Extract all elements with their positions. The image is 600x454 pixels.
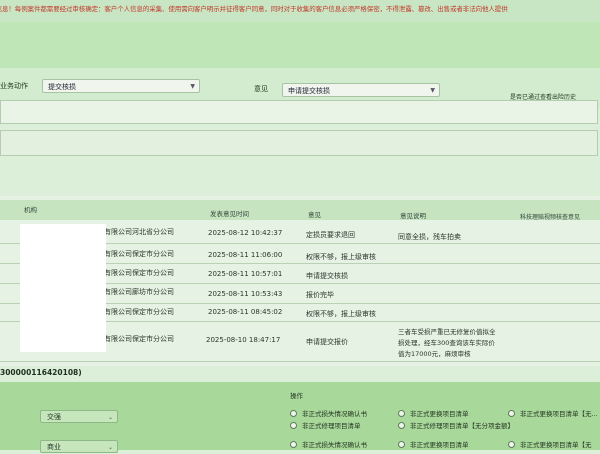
row-opinion: 权限不够，报上级审核 [306, 253, 376, 261]
coverage-select-1[interactable]: 交强 ⌄ [40, 410, 118, 423]
row-org: 有限公司保定市分公司 [104, 269, 174, 277]
action-select[interactable]: 提交核损 ▼ [42, 79, 200, 93]
remark-textarea[interactable] [0, 100, 598, 124]
col-explain: 意见说明 [400, 212, 426, 220]
row-time: 2025-08-10 18:47:17 [206, 336, 281, 344]
row-explain-line: 损处理，经车300查询该车实际价 [398, 339, 495, 347]
action-label: 业务动作 [0, 82, 28, 90]
row-time: 2025-08-11 10:53:43 [208, 290, 283, 298]
row-org: 有限公司保定市分公司 [104, 250, 174, 258]
redacted-org-block [20, 224, 106, 352]
row-explain: 同意全损，残车拍卖 [398, 233, 461, 241]
notice-bar: 认真核对信息！每例案件都需要经过审核确定：客户个人信息的采集、使用需向客户明示并… [0, 0, 600, 22]
ops-label: 操作 [290, 392, 303, 400]
row-explain-line: 三者车受损严重已无修复价值拟全 [398, 328, 496, 336]
policy-number: 300000116420108) [0, 368, 82, 377]
opinion-label: 意见 [254, 85, 268, 93]
radio-replace-list[interactable] [398, 410, 405, 417]
document-ops-panel: 操作 交强 ⌄ 非正式损失情况确认书 非正式修理项目清单 非正式更换项目清单 非… [0, 382, 600, 453]
row-org: 有限公司保定市分公司 [104, 308, 174, 316]
opt-replace-nosplit: 非正式更换项目清单【无... [520, 410, 598, 418]
opt-repair-nosplit: 非正式修理项目清单【无分项金额】 [410, 422, 514, 430]
radio-loss-confirm[interactable] [290, 410, 297, 417]
row-opinion: 申请提交报价 [306, 338, 348, 346]
row-time: 2025-08-11 08:45:02 [208, 308, 283, 316]
opinion-select[interactable]: 申请提交核损 ▼ [282, 83, 440, 97]
row-time: 2025-08-11 10:57:01 [208, 270, 283, 278]
radio-loss-confirm[interactable] [290, 441, 297, 448]
row-opinion: 权限不够，报上级审核 [306, 310, 376, 318]
coverage-select-2[interactable]: 商业 ⌄ [40, 440, 118, 453]
row-org: 有限公司保定市分公司 [104, 335, 174, 343]
header-band [0, 22, 600, 68]
chevron-down-icon: ▼ [430, 87, 435, 94]
privacy-notice: 认真核对信息！每例案件都需要经过审核确定：客户个人信息的采集、使用需向客户明示并… [0, 5, 508, 13]
row-org: 有限公司河北省分公司 [104, 228, 174, 236]
coverage-select-value: 交强 [47, 413, 61, 421]
row-opinion: 定损员要求退回 [306, 231, 355, 239]
radio-replace-nosplit[interactable] [508, 410, 515, 417]
row-explain-line: 值为17000元，麻烦审核 [398, 350, 471, 358]
row-time: 2025-08-11 11:06:00 [208, 251, 283, 259]
row-time: 2025-08-12 10:42:37 [208, 229, 283, 237]
col-org: 机构 [24, 206, 37, 214]
col-opinion: 意见 [308, 211, 321, 219]
chevron-down-icon: ⌄ [107, 414, 113, 421]
opinion-select-value: 申请提交核损 [288, 87, 330, 95]
chevron-down-icon: ⌄ [107, 444, 113, 451]
row-opinion: 报价完毕 [306, 291, 334, 299]
chevron-down-icon: ▼ [190, 83, 195, 90]
row-org: 有限公司廊坊市分公司 [104, 288, 174, 296]
opt-loss-confirm: 非正式损失情况确认书 [302, 410, 367, 418]
radio-replace-nosplit[interactable] [508, 441, 515, 448]
opt-replace-nosplit: 非正式更换项目清单【无 [520, 441, 592, 449]
row-opinion: 申请提交核损 [306, 272, 348, 280]
radio-repair-list[interactable] [290, 422, 297, 429]
radio-repair-nosplit[interactable] [398, 422, 405, 429]
explain-textarea[interactable] [0, 130, 598, 156]
radio-replace-list[interactable] [398, 441, 405, 448]
opt-replace-list: 非正式更换项目清单 [410, 410, 469, 418]
opt-repair-list: 非正式修理项目清单 [302, 422, 361, 430]
opt-replace-list: 非正式更换项目清单 [410, 441, 469, 449]
col-time: 发表意见时间 [210, 210, 249, 218]
action-select-value: 提交核损 [48, 83, 76, 91]
opt-loss-confirm: 非正式损失情况确认书 [302, 441, 367, 449]
table-header: 机构 发表意见时间 意见 意见说明 科技理赔视频核查意见 [0, 200, 600, 221]
